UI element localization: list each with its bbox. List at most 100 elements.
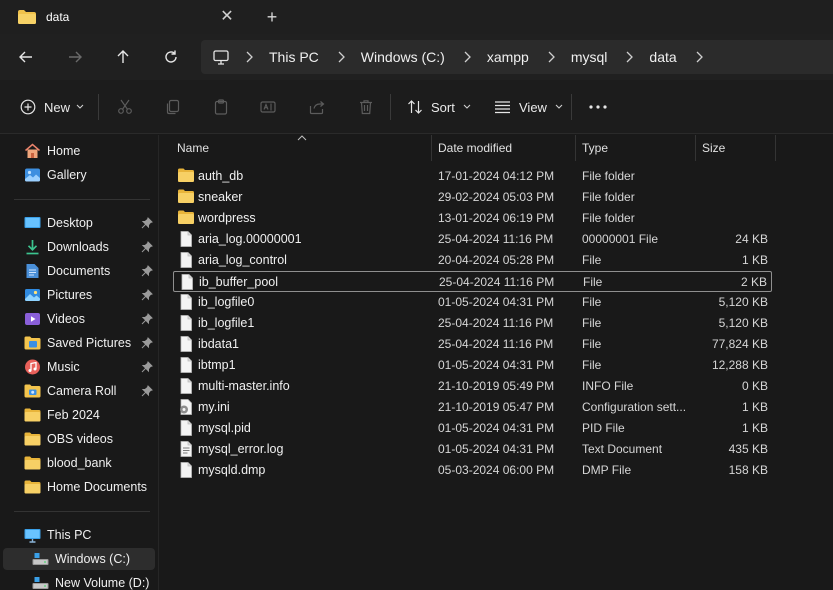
sidebar-item-label: Camera Roll: [47, 384, 117, 398]
file-date-modified: 25-04-2024 11:16 PM: [438, 316, 554, 330]
sidebar-item-label: Saved Pictures: [47, 336, 132, 350]
address-bar[interactable]: This PC Windows (C:) xampp mysql data: [201, 40, 833, 74]
file-row-ibdata1[interactable]: ibdata1 25-04-2024 11:16 PM File 77,824 KB: [173, 334, 772, 355]
sidebar-item-home[interactable]: Home: [0, 140, 158, 162]
file-row-sneaker[interactable]: sneaker 29-02-2024 05:03 PM File folder: [173, 187, 772, 208]
view-button[interactable]: View: [494, 94, 563, 120]
file-date-modified: 01-05-2024 04:31 PM: [438, 295, 555, 309]
file-row-ibtmp1[interactable]: ibtmp1 01-05-2024 04:31 PM File 12,288 KB: [173, 355, 772, 376]
chevron-right-icon: [245, 50, 255, 64]
file-icon: [178, 252, 194, 268]
chevron-right-icon: [337, 50, 347, 64]
file-type: File: [583, 275, 603, 289]
paste-button[interactable]: [213, 94, 229, 120]
more-options-button[interactable]: [588, 94, 608, 120]
sidebar-item-label: Documents: [47, 264, 111, 278]
clipboard-icon: [214, 99, 228, 115]
up-button[interactable]: [111, 45, 135, 69]
delete-button[interactable]: [358, 94, 374, 120]
sidebar-item-new-volume-d[interactable]: New Volume (D:): [0, 572, 158, 590]
sidebar-item-saved-pictures[interactable]: Saved Pictures: [0, 332, 158, 354]
view-button-label: View: [519, 99, 547, 115]
sort-button[interactable]: Sort: [407, 94, 471, 120]
folder-icon: [178, 189, 194, 205]
cut-button[interactable]: [117, 94, 133, 120]
file-row-mysql-error-log[interactable]: mysql_error.log 01-05-2024 04:31 PM Text D…: [173, 439, 772, 460]
sidebar-item-home-documents[interactable]: Home Documents: [0, 476, 158, 498]
column-divider[interactable]: [775, 135, 776, 161]
file-row-aria-log-00000001[interactable]: aria_log.00000001 25-04-2024 11:16 PM 0000…: [173, 229, 772, 250]
breadcrumb-windows-c[interactable]: Windows (C:): [361, 49, 445, 65]
sidebar-item-gallery[interactable]: Gallery: [0, 164, 158, 186]
file-name: ibtmp1: [198, 358, 236, 372]
drive-icon: [32, 551, 49, 567]
file-name: ib_buffer_pool: [199, 275, 279, 289]
refresh-button[interactable]: [159, 45, 183, 69]
sidebar-item-videos[interactable]: Videos: [0, 308, 158, 330]
sidebar-item-obs-videos[interactable]: OBS videos: [0, 428, 158, 450]
file-row-mysql-pid[interactable]: mysql.pid 01-05-2024 04:31 PM PID File 1 KB: [173, 418, 772, 439]
sidebar-item-windows-c[interactable]: Windows (C:): [3, 548, 155, 570]
toolbar-divider: [390, 94, 391, 120]
column-header-size[interactable]: Size: [702, 135, 772, 161]
file-row-mysqld-dmp[interactable]: mysqld.dmp 05-03-2024 06:00 PM DMP File 158…: [173, 460, 772, 481]
back-button[interactable]: [14, 45, 38, 69]
sidebar-item-camera-roll[interactable]: Camera Roll: [0, 380, 158, 402]
sidebar-item-pictures[interactable]: Pictures: [0, 284, 158, 306]
sidebar-item-music[interactable]: Music: [0, 356, 158, 378]
sidebar-item-label: This PC: [47, 528, 92, 542]
close-tab-button[interactable]: ✕: [218, 8, 236, 26]
breadcrumb-data[interactable]: data: [649, 49, 676, 65]
chevron-right-icon: [625, 50, 635, 64]
file-icon: [178, 294, 194, 310]
file-row-multi-master-info[interactable]: multi-master.info 21-10-2019 05:49 PM INFO…: [173, 376, 772, 397]
file-date-modified: 05-03-2024 06:00 PM: [438, 463, 555, 477]
copy-button[interactable]: [165, 94, 181, 120]
file-row-ib-logfile1[interactable]: ib_logfile1 25-04-2024 11:16 PM File 5,120 …: [173, 313, 772, 334]
sidebar-item-label: Pictures: [47, 288, 93, 302]
file-row-aria-log-control[interactable]: aria_log_control 20-04-2024 05:28 PM File 1…: [173, 250, 772, 271]
file-date-modified: 01-05-2024 04:31 PM: [438, 358, 555, 372]
forward-button[interactable]: [63, 45, 87, 69]
file-row-ib-logfile0[interactable]: ib_logfile0 01-05-2024 04:31 PM File 5,120 …: [173, 292, 772, 313]
column-divider[interactable]: [695, 135, 696, 161]
file-type: File folder: [582, 169, 635, 183]
sidebar-item-this-pc[interactable]: This PC: [0, 524, 158, 546]
sidebar-item-downloads[interactable]: Downloads: [0, 236, 158, 258]
breadcrumb-mysql[interactable]: mysql: [571, 49, 608, 65]
file-size: 2 KB: [740, 275, 767, 289]
file-name: wordpress: [198, 211, 256, 225]
new-button[interactable]: New: [20, 94, 84, 120]
column-header-date[interactable]: Date modified: [438, 135, 578, 161]
column-header-date-label: Date modified: [438, 141, 513, 155]
sidebar-item-desktop[interactable]: Desktop: [0, 212, 158, 234]
sidebar-item-documents[interactable]: Documents: [0, 260, 158, 282]
tab-data[interactable]: data ✕: [8, 0, 248, 34]
file-row-my-ini[interactable]: my.ini 21-10-2019 05:47 PM Configuration s…: [173, 397, 772, 418]
sidebar-item-blood-bank[interactable]: blood_bank: [0, 452, 158, 474]
scissors-icon: [118, 99, 132, 114]
sidebar-item-label: Downloads: [47, 240, 109, 254]
documents-icon: [24, 263, 41, 279]
folder-icon: [18, 10, 36, 24]
new-tab-button[interactable]: +: [262, 7, 282, 27]
file-size: 1 KB: [741, 253, 768, 267]
column-header-type[interactable]: Type: [582, 135, 692, 161]
pictures-icon: [24, 287, 41, 303]
tab-bar: data ✕ +: [0, 0, 833, 34]
sidebar-item-feb-2024[interactable]: Feb 2024: [0, 404, 158, 426]
breadcrumb-xampp[interactable]: xampp: [487, 49, 529, 65]
file-icon: [179, 274, 195, 290]
arrow-left-icon: [19, 51, 32, 63]
rename-button[interactable]: [260, 94, 276, 120]
file-row-auth-db[interactable]: auth_db 17-01-2024 04:12 PM File folder: [173, 166, 772, 187]
file-row-ib-buffer-pool[interactable]: ib_buffer_pool 25-04-2024 11:16 PM File 2 K…: [173, 271, 772, 292]
file-icon: [178, 315, 194, 331]
breadcrumb-this-pc[interactable]: This PC: [269, 49, 319, 65]
file-row-wordpress[interactable]: wordpress 13-01-2024 06:19 PM File folder: [173, 208, 772, 229]
column-divider[interactable]: [575, 135, 576, 161]
column-divider[interactable]: [431, 135, 432, 161]
file-size: 435 KB: [728, 442, 768, 456]
share-button[interactable]: [309, 94, 325, 120]
desktop-icon: [24, 215, 41, 231]
